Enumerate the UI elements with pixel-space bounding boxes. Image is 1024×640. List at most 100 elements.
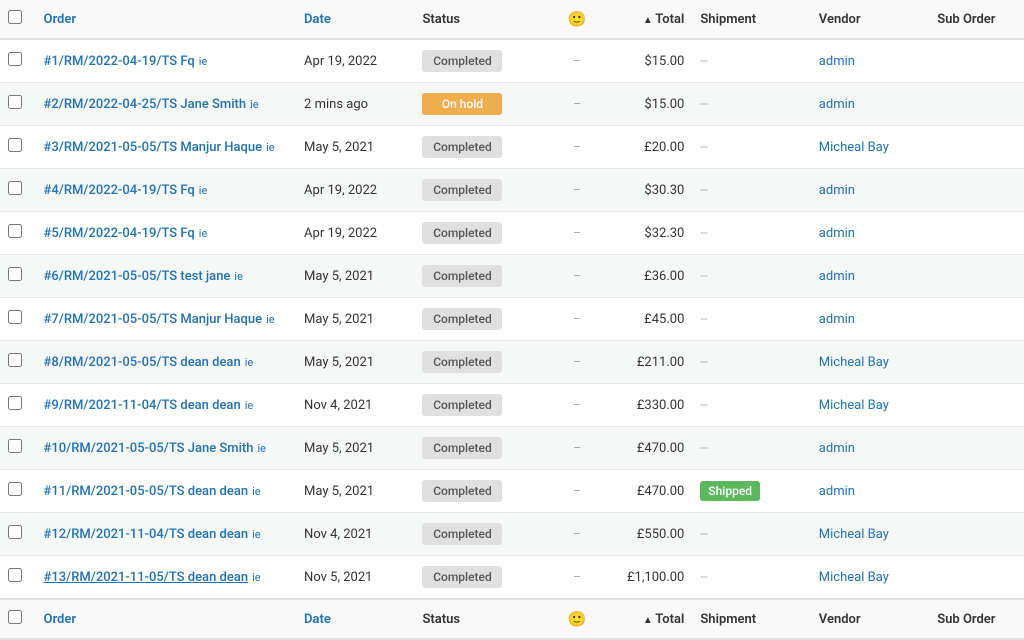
order-link[interactable]: #1/RM/2022-04-19/TS Fq <box>44 54 195 69</box>
row-checkbox[interactable] <box>8 525 22 539</box>
status-cell: On hold <box>414 83 556 126</box>
shipment-dash: -- <box>700 441 707 456</box>
total-cell: $30.30 <box>598 169 693 212</box>
select-all-header[interactable] <box>0 0 36 39</box>
total-cell: £45.00 <box>598 298 693 341</box>
vendor-link[interactable]: Micheal Bay <box>819 570 889 585</box>
order-link[interactable]: #11/RM/2021-05-05/TS dean dean <box>44 484 249 499</box>
order-link[interactable]: #13/RM/2021-11-05/TS dean dean <box>44 570 249 585</box>
vendor-link[interactable]: admin <box>819 97 855 112</box>
vendor-link[interactable]: admin <box>819 484 855 499</box>
total-cell: £211.00 <box>598 341 693 384</box>
edit-icon-link[interactable]: ie <box>245 399 254 412</box>
order-link[interactable]: #10/RM/2021-05-05/TS Jane Smith <box>44 441 254 456</box>
order-link[interactable]: #2/RM/2022-04-25/TS Jane Smith <box>44 97 247 112</box>
status-cell: Completed <box>414 39 556 83</box>
order-link[interactable]: #12/RM/2021-11-04/TS dean dean <box>44 527 249 542</box>
select-all-footer[interactable] <box>0 599 36 639</box>
row-checkbox[interactable] <box>8 181 22 195</box>
vendor-link[interactable]: Micheal Bay <box>819 398 889 413</box>
order-link[interactable]: #8/RM/2021-05-05/TS dean dean <box>44 355 241 370</box>
select-all-footer-checkbox[interactable] <box>8 610 22 624</box>
row-checkbox[interactable] <box>8 439 22 453</box>
vendor-link[interactable]: Micheal Bay <box>819 527 889 542</box>
vendor-link[interactable]: admin <box>819 54 855 69</box>
vendor-link[interactable]: admin <box>819 183 855 198</box>
order-link[interactable]: #4/RM/2022-04-19/TS Fq <box>44 183 195 198</box>
edit-icon-link[interactable]: ie <box>252 485 261 498</box>
status-badge: Completed <box>422 308 502 330</box>
vendor-cell: admin <box>811 83 929 126</box>
vendor-link[interactable]: admin <box>819 312 855 327</box>
status-cell: Completed <box>414 169 556 212</box>
row-checkbox[interactable] <box>8 52 22 66</box>
row-checkbox[interactable] <box>8 224 22 238</box>
vendor-link[interactable]: Micheal Bay <box>819 355 889 370</box>
date-cell: Apr 19, 2022 <box>296 39 414 83</box>
vendor-cell: Micheal Bay <box>811 126 929 169</box>
smiley-icon: 🙂 <box>568 10 587 28</box>
edit-icon-link[interactable]: ie <box>199 184 208 197</box>
edit-icon-link[interactable]: ie <box>250 98 259 111</box>
row-checkbox[interactable] <box>8 138 22 152</box>
order-cell: #5/RM/2022-04-19/TS Fq ie <box>36 212 297 255</box>
shipment-dash: -- <box>700 355 707 370</box>
vendor-cell: Micheal Bay <box>811 556 929 600</box>
row-checkbox[interactable] <box>8 568 22 582</box>
order-cell: #11/RM/2021-05-05/TS dean deanie <box>36 470 297 513</box>
row-checkbox[interactable] <box>8 310 22 324</box>
edit-icon-link[interactable]: ie <box>266 141 275 154</box>
row-checkbox[interactable] <box>8 95 22 109</box>
status-cell: Completed <box>414 384 556 427</box>
vendor-link[interactable]: admin <box>819 226 855 241</box>
order-link[interactable]: #7/RM/2021-05-05/TS Manjur Haque <box>44 312 263 327</box>
date-cell: Apr 19, 2022 <box>296 212 414 255</box>
edit-icon-link[interactable]: ie <box>252 571 261 584</box>
edit-icon-link[interactable]: ie <box>199 227 208 240</box>
column-header-total[interactable]: Total <box>598 0 693 39</box>
date-cell: May 5, 2021 <box>296 255 414 298</box>
edit-icon-link[interactable]: ie <box>258 442 267 455</box>
vendor-link[interactable]: admin <box>819 441 855 456</box>
status-badge: Completed <box>422 394 502 416</box>
suborder-cell <box>929 341 1024 384</box>
order-link[interactable]: #9/RM/2021-11-04/TS dean dean <box>44 398 241 413</box>
column-header-date[interactable]: Date <box>296 0 414 39</box>
total-cell: £470.00 <box>598 470 693 513</box>
edit-icon-link[interactable]: ie <box>199 55 208 68</box>
vendor-link[interactable]: Micheal Bay <box>819 140 889 155</box>
icon-cell: – <box>557 384 598 427</box>
edit-icon-link[interactable]: ie <box>252 528 261 541</box>
edit-icon-link[interactable]: ie <box>245 356 254 369</box>
date-cell: 2 mins ago <box>296 83 414 126</box>
order-cell: #6/RM/2021-05-05/TS test janeie <box>36 255 297 298</box>
row-checkbox[interactable] <box>8 267 22 281</box>
edit-icon-link[interactable]: ie <box>234 270 243 283</box>
icon-cell: – <box>557 298 598 341</box>
select-all-checkbox[interactable] <box>8 10 22 24</box>
row-checkbox[interactable] <box>8 396 22 410</box>
vendor-cell: admin <box>811 298 929 341</box>
icon-cell: – <box>557 470 598 513</box>
total-cell: £36.00 <box>598 255 693 298</box>
order-link[interactable]: #3/RM/2021-05-05/TS Manjur Haque <box>44 140 263 155</box>
order-link[interactable]: #5/RM/2022-04-19/TS Fq <box>44 226 195 241</box>
footer-column-date[interactable]: Date <box>296 599 414 639</box>
column-header-order[interactable]: Order <box>36 0 297 39</box>
order-link[interactable]: #6/RM/2021-05-05/TS test jane <box>44 269 231 284</box>
row-checkbox[interactable] <box>8 353 22 367</box>
table-row: #11/RM/2021-05-05/TS dean deanieMay 5, 2… <box>0 470 1024 513</box>
dash-value: – <box>573 97 582 112</box>
row-checkbox-cell <box>0 39 36 83</box>
vendor-link[interactable]: admin <box>819 269 855 284</box>
column-header-suborder: Sub Order <box>929 0 1024 39</box>
edit-icon-link[interactable]: ie <box>266 313 275 326</box>
order-cell: #7/RM/2021-05-05/TS Manjur Haqueie <box>36 298 297 341</box>
vendor-cell: admin <box>811 427 929 470</box>
footer-column-order[interactable]: Order <box>36 599 297 639</box>
table-row: #12/RM/2021-11-04/TS dean deanieNov 4, 2… <box>0 513 1024 556</box>
footer-column-total[interactable]: Total <box>598 599 693 639</box>
row-checkbox[interactable] <box>8 482 22 496</box>
date-cell: Nov 4, 2021 <box>296 384 414 427</box>
footer-column-status: Status <box>414 599 556 639</box>
